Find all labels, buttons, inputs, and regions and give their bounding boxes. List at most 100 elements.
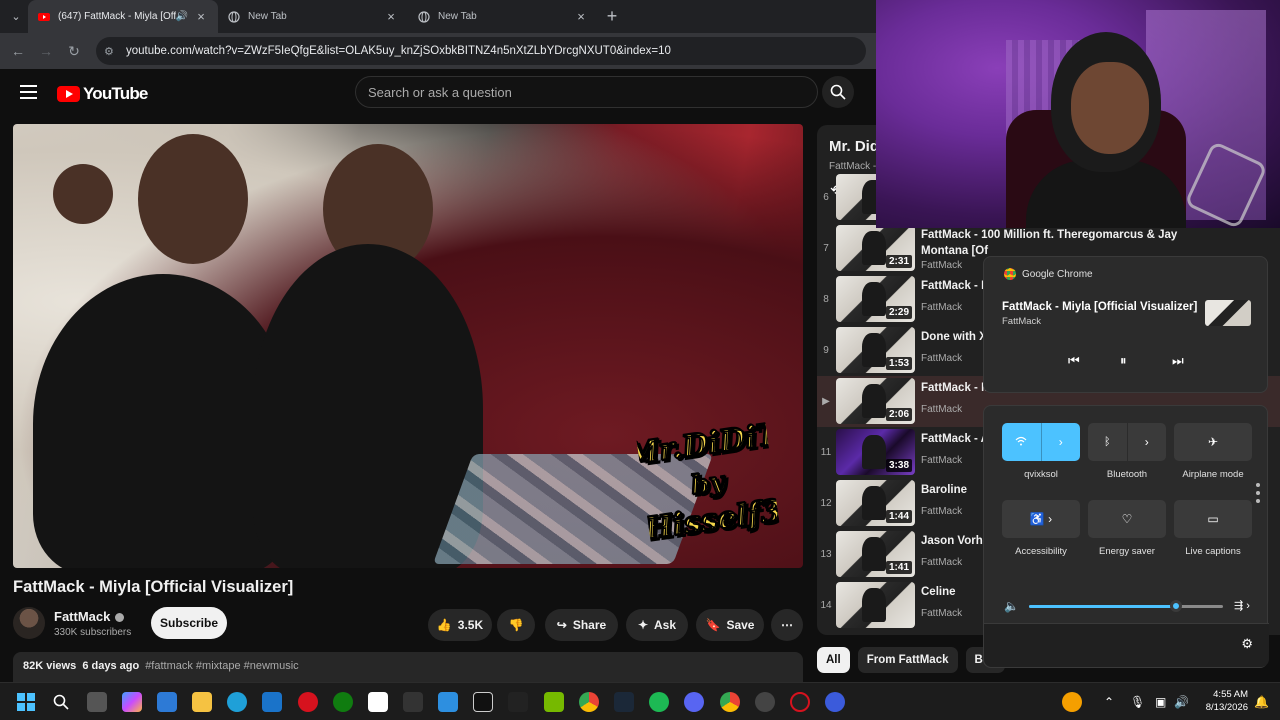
notepad-icon[interactable]	[368, 692, 388, 712]
ask-button[interactable]: ✦ Ask	[626, 609, 688, 641]
volume-knob[interactable]	[1170, 600, 1183, 612]
playlist-thumbnail[interactable]: 2:31	[836, 225, 915, 271]
capcut-icon[interactable]	[473, 692, 493, 712]
search-icon[interactable]	[51, 692, 71, 712]
pause-icon[interactable]: ⏸	[1120, 353, 1127, 369]
forward-icon[interactable]: →	[32, 43, 60, 59]
channel-name[interactable]: FattMack	[54, 609, 125, 624]
tab-new-tab-2[interactable]: New Tab ×	[408, 0, 598, 33]
accessibility-tile[interactable]: ♿ ›	[1002, 500, 1080, 538]
wifi-tile[interactable]: ›	[1002, 423, 1080, 461]
tab-title: New Tab	[248, 11, 287, 22]
chevron-right-icon[interactable]: ›	[1042, 435, 1081, 449]
tab-new-tab-1[interactable]: New Tab ×	[218, 0, 408, 33]
notification-icon[interactable]: 🔔	[1254, 695, 1269, 709]
microphone-icon[interactable]: 🎙	[1130, 695, 1145, 709]
steam-icon[interactable]	[614, 692, 634, 712]
like-count: 3.5K	[457, 618, 484, 632]
network-icon[interactable]: ▣	[1155, 695, 1166, 709]
chevron-right-icon[interactable]: ›	[1128, 435, 1167, 449]
search-button[interactable]	[822, 76, 854, 108]
playlist-thumbnail[interactable]: 1:41	[836, 531, 915, 577]
playlist-thumbnail[interactable]: 1:53	[836, 327, 915, 373]
playlist-thumbnail[interactable]: 3:38	[836, 429, 915, 475]
channel-avatar[interactable]	[13, 607, 45, 639]
tab-youtube[interactable]: (647) FattMack - Miyla [Offi 🔊 ×	[28, 0, 218, 33]
svg-text:by: by	[690, 467, 729, 502]
playlist-item-title: FattMack - 100 Million ft. Theregomarcus…	[921, 229, 1178, 241]
store-icon[interactable]	[157, 692, 177, 712]
speaker-icon[interactable]: 🔊	[176, 11, 188, 22]
close-tab-icon[interactable]: ×	[574, 9, 588, 24]
volume-slider[interactable]	[1029, 600, 1223, 612]
playlist-title[interactable]: Mr. Did	[829, 138, 879, 155]
like-button[interactable]: 👍 3.5K	[428, 609, 492, 641]
xbox-icon[interactable]	[333, 692, 353, 712]
youtube-logo[interactable]: YouTube	[57, 84, 148, 104]
chip-all[interactable]: All	[817, 647, 850, 673]
energy-saver-tile[interactable]: ♡	[1088, 500, 1166, 538]
obs-icon[interactable]	[755, 692, 775, 712]
reload-icon[interactable]: ↻	[60, 43, 88, 60]
address-bar[interactable]: ⚙ youtube.com/watch?v=ZWzF5IeQfgE&list=O…	[96, 37, 866, 65]
site-info-icon[interactable]: ⚙	[104, 45, 118, 58]
volume-icon[interactable]: 🔈	[1004, 599, 1019, 613]
app-icon[interactable]	[438, 692, 458, 712]
dislike-button[interactable]: 👎	[497, 609, 535, 641]
tab-search-icon[interactable]: ⌄	[4, 5, 28, 29]
chevron-up-icon[interactable]: ⌃	[1104, 695, 1114, 709]
back-icon[interactable]: ←	[4, 43, 32, 59]
share-icon: ↪	[556, 618, 567, 632]
chip-from-channel[interactable]: From FattMack	[857, 647, 958, 673]
app-icon[interactable]	[403, 692, 423, 712]
task-view-icon[interactable]	[87, 692, 107, 712]
hashtags[interactable]: #fattmack #mixtape #newmusic	[145, 660, 298, 672]
airplane-tile[interactable]: ✈	[1174, 423, 1252, 461]
chrome-active-icon[interactable]	[720, 692, 740, 712]
duration-badge: 1:44	[885, 510, 912, 523]
ea-icon[interactable]	[825, 692, 845, 712]
close-tab-icon[interactable]: ×	[194, 9, 208, 24]
bluetooth-tile[interactable]: ᛒ ›	[1088, 423, 1166, 461]
more-actions-button[interactable]: ⋯	[771, 609, 803, 641]
audio-output-icon[interactable]: ⇶ ›	[1234, 599, 1250, 612]
gear-icon[interactable]: ⚙	[1241, 636, 1253, 652]
search-input[interactable]: Search or ask a question	[355, 76, 818, 108]
outlook-icon[interactable]	[262, 692, 282, 712]
opera-icon[interactable]	[790, 692, 810, 712]
close-tab-icon[interactable]: ×	[384, 9, 398, 24]
next-track-icon[interactable]: ⏭	[1172, 353, 1184, 369]
logo-text: YouTube	[83, 84, 148, 103]
opera-gx-icon[interactable]	[298, 692, 318, 712]
playlist-item-channel: FattMack	[921, 302, 963, 313]
playlist-thumbnail[interactable]	[836, 582, 915, 628]
save-button[interactable]: 🔖 Save	[696, 609, 764, 641]
chrome-icon[interactable]	[579, 692, 599, 712]
copilot-icon[interactable]	[122, 692, 142, 712]
youtube-header: YouTube Search or ask a question	[0, 69, 876, 115]
live-captions-tile[interactable]: ▭	[1174, 500, 1252, 538]
share-button[interactable]: ↪ Share	[545, 609, 618, 641]
discord-icon[interactable]	[684, 692, 704, 712]
menu-icon[interactable]	[20, 85, 37, 103]
spotify-icon[interactable]	[649, 692, 669, 712]
energy-saver-label: Energy saver	[1099, 546, 1155, 557]
volume-icon[interactable]: 🔊	[1174, 695, 1189, 709]
playlist-thumbnail[interactable]: 2:29	[836, 276, 915, 322]
subscribe-button[interactable]: Subscribe	[151, 607, 227, 639]
description-box[interactable]: 82K views 6 days ago #fattmack #mixtape #…	[13, 652, 803, 682]
clock[interactable]: 4:55 AM 8/13/2026	[1196, 688, 1248, 714]
previous-track-icon[interactable]: ⏮	[1068, 353, 1080, 369]
new-tab-button[interactable]: +	[598, 6, 626, 27]
playlist-thumbnail[interactable]: 2:06	[836, 378, 915, 424]
video-player[interactable]: Mr.DiDiT by Hisself3	[13, 124, 803, 568]
playlist-thumbnail[interactable]: 1:44	[836, 480, 915, 526]
tray-app-icon[interactable]	[1062, 692, 1082, 712]
pager-dots[interactable]	[1256, 483, 1262, 507]
epic-games-icon[interactable]	[508, 692, 528, 712]
file-explorer-icon[interactable]	[192, 692, 212, 712]
nvidia-icon[interactable]	[544, 692, 564, 712]
start-icon[interactable]	[16, 692, 36, 712]
edge-icon[interactable]	[227, 692, 247, 712]
tab-title: (647) FattMack - Miyla [Offi	[58, 11, 176, 22]
